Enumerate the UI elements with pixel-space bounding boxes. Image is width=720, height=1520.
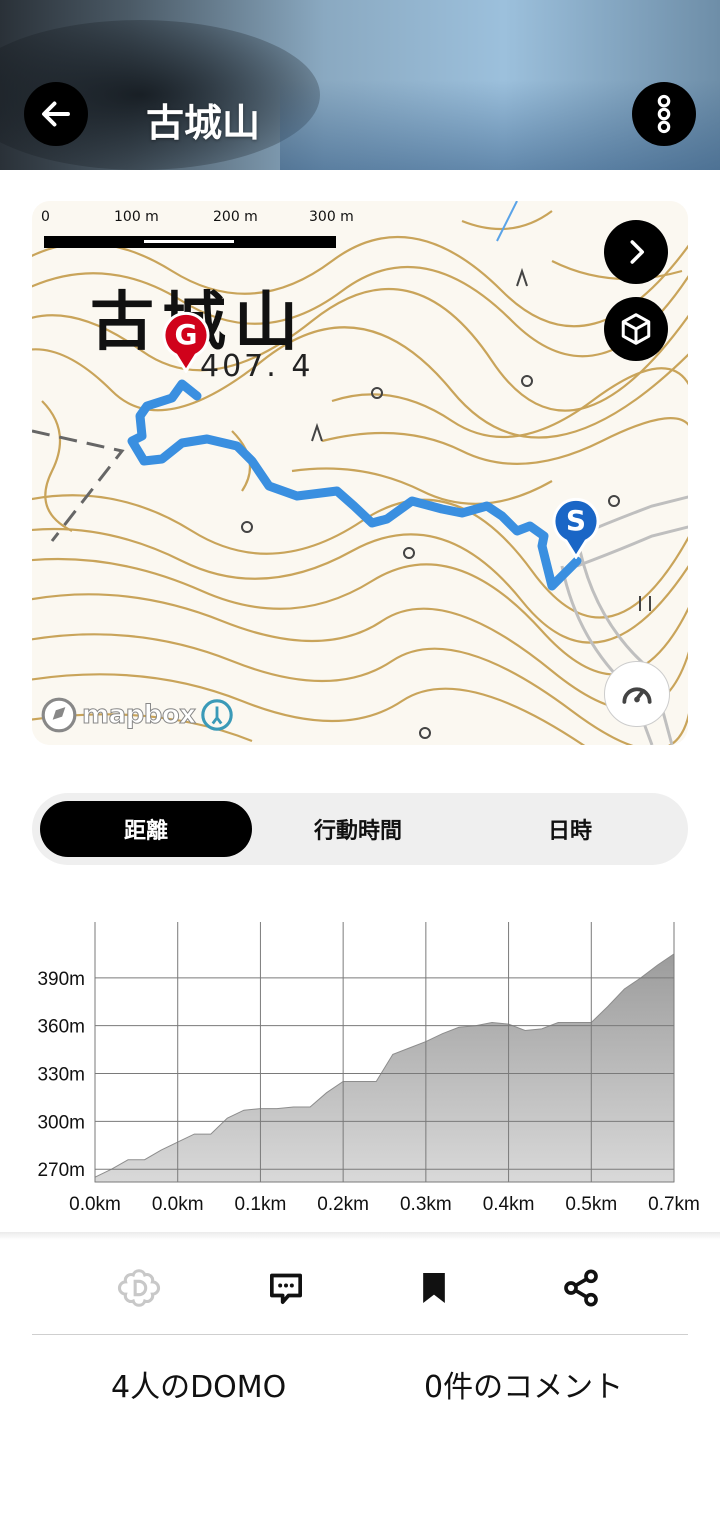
bottom-bar-shadow bbox=[0, 1232, 720, 1240]
domo-count[interactable]: 4人のDOMO bbox=[111, 1362, 286, 1406]
x-tick-label: 0.0km bbox=[152, 1194, 204, 1215]
scale-bar-labels: 0 100 m 200 m 300 m bbox=[32, 209, 688, 229]
map-elevation-label: 407. 4 bbox=[200, 349, 314, 384]
stats-divider bbox=[32, 1334, 688, 1335]
x-tick-label: 0.7km bbox=[648, 1194, 700, 1215]
share-icon bbox=[564, 1269, 598, 1307]
x-tick-label: 0.1km bbox=[235, 1194, 287, 1215]
domo-button[interactable] bbox=[115, 1264, 163, 1312]
scale-bar bbox=[44, 236, 336, 248]
y-tick-label: 390m bbox=[37, 969, 85, 990]
speedometer-icon bbox=[622, 687, 652, 704]
goal-marker-label: G bbox=[174, 318, 198, 351]
scale-label-200: 200 m bbox=[213, 209, 258, 225]
scale-label-300: 300 m bbox=[309, 209, 354, 225]
tab-datetime[interactable]: 日時 bbox=[464, 801, 676, 857]
domo-flower-icon bbox=[117, 1269, 161, 1307]
start-marker[interactable]: S bbox=[551, 497, 601, 559]
x-tick-label: 0.4km bbox=[483, 1194, 535, 1215]
info-icon[interactable] bbox=[200, 698, 234, 732]
speed-gauge-button[interactable] bbox=[604, 661, 670, 727]
x-tick-label: 0.3km bbox=[400, 1194, 452, 1215]
comment-button[interactable] bbox=[262, 1264, 310, 1312]
comment-count[interactable]: 0件のコメント bbox=[424, 1362, 623, 1406]
mapbox-wordmark: mapbox bbox=[82, 700, 197, 731]
chevron-right-icon bbox=[630, 240, 644, 264]
start-marker-label: S bbox=[565, 504, 587, 537]
x-tick-label: 0.5km bbox=[565, 1194, 617, 1215]
bookmark-icon bbox=[423, 1273, 445, 1303]
back-button[interactable] bbox=[24, 82, 88, 146]
y-tick-label: 360m bbox=[37, 1017, 85, 1038]
y-tick-label: 270m bbox=[37, 1160, 85, 1181]
elevation-chart-svg: 270m 300m 330m 360m 390m 0.0km 0.0km 0.1km 0.2k… bbox=[37, 922, 700, 1215]
goal-marker[interactable]: G bbox=[161, 311, 211, 373]
mapbox-attribution[interactable]: mapbox bbox=[40, 696, 234, 734]
cube-3d-icon bbox=[621, 313, 651, 345]
page-title: 古城山 bbox=[146, 101, 261, 145]
x-tick-label: 0.0km bbox=[69, 1194, 121, 1215]
y-tick-label: 330m bbox=[37, 1065, 85, 1086]
route-map[interactable]: 0 100 m 200 m 300 m 古城山 407. 4 G S bbox=[32, 201, 688, 745]
x-tick-label: 0.2km bbox=[317, 1194, 369, 1215]
scale-label-0: 0 bbox=[41, 209, 50, 225]
map-3d-button[interactable] bbox=[604, 297, 668, 361]
header-banner: 古城山 bbox=[0, 0, 720, 170]
share-button[interactable] bbox=[557, 1264, 605, 1312]
tab-moving-time[interactable]: 行動時間 bbox=[252, 801, 464, 857]
map-expand-button[interactable] bbox=[604, 220, 668, 284]
tab-distance[interactable]: 距離 bbox=[40, 801, 252, 857]
elevation-area bbox=[94, 952, 675, 1183]
elevation-chart: 270m 300m 330m 360m 390m 0.0km 0.0km 0.1km 0.2k… bbox=[0, 900, 720, 1230]
comment-bubble-icon bbox=[270, 1273, 302, 1304]
scale-label-100: 100 m bbox=[114, 209, 159, 225]
bookmark-button[interactable] bbox=[410, 1264, 458, 1312]
chart-axis-selector: 距離 行動時間 日時 bbox=[32, 793, 688, 865]
y-tick-label: 300m bbox=[37, 1112, 85, 1133]
arrow-left-icon bbox=[42, 101, 70, 127]
more-vertical-icon bbox=[657, 94, 671, 134]
more-menu-button[interactable] bbox=[632, 82, 696, 146]
mapbox-logo-icon bbox=[41, 697, 77, 733]
